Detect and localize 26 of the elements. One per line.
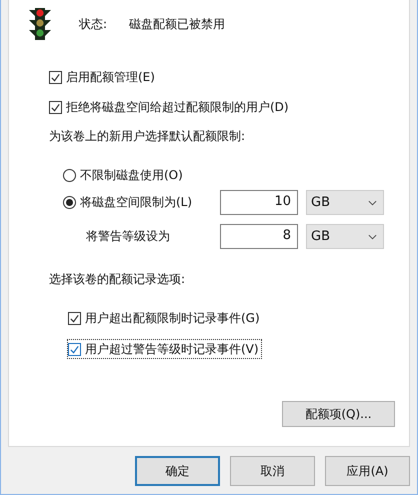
quota-entries-button[interactable]: 配额项(Q)... [282, 401, 395, 427]
checkbox-option[interactable]: 启用配额管理(E) [49, 68, 155, 86]
checkbox-option[interactable]: 用户超出配额限制时记录事件(G) [67, 308, 263, 328]
traffic-light-icon [27, 7, 53, 41]
dialog-button[interactable]: 确定 [135, 456, 220, 486]
warning-label: 将警告等级设为 [86, 228, 171, 245]
dialog-button[interactable]: 取消 [230, 456, 315, 486]
check-icon [69, 312, 80, 324]
check-icon [50, 72, 61, 82]
radio-option[interactable]: 将磁盘空间限制为(L) [63, 194, 220, 211]
section-heading: 选择该卷的配额记录选项: [49, 271, 186, 288]
unit-dropdown[interactable]: GB [306, 224, 384, 249]
checkbox-option[interactable]: 用户超过警告等级时记录事件(V) [67, 339, 262, 359]
check-icon [69, 344, 80, 354]
limit-field[interactable]: 10 [220, 190, 298, 215]
radio-option[interactable]: 不限制磁盘使用(O) [63, 167, 183, 184]
status-value: 磁盘配额已被禁用 [129, 16, 226, 32]
chevron-icon [368, 234, 377, 240]
checkbox-option[interactable]: 拒绝将磁盘空间给超过配额限制的用户(D) [49, 98, 289, 116]
check-icon [50, 102, 61, 112]
dialog-button[interactable]: 应用(A) [325, 456, 410, 486]
status-label: 状态: [79, 16, 108, 32]
unit-dropdown[interactable]: GB [306, 190, 384, 215]
chevron-icon [368, 200, 377, 206]
warning-field[interactable]: 8 [220, 224, 298, 249]
section-heading: 为该卷上的新用户选择默认配额限制: [49, 128, 246, 145]
